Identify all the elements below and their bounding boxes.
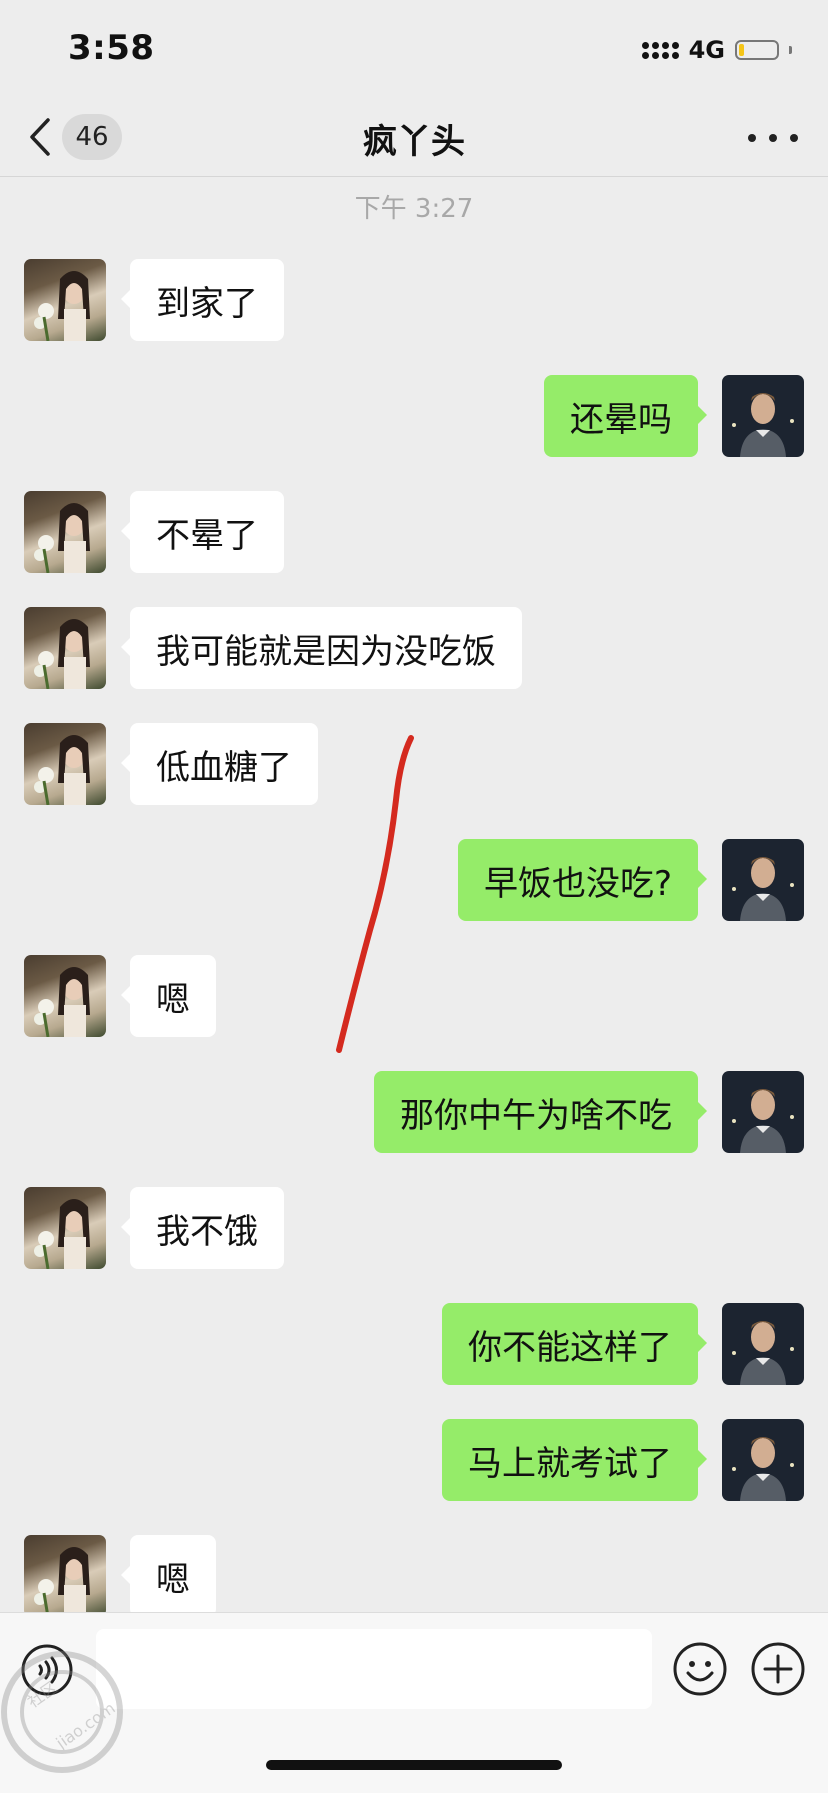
status-time: 3:58 (68, 28, 155, 68)
message-timestamp: 下午 3:27 (354, 194, 474, 224)
my-avatar[interactable] (722, 839, 804, 921)
incoming-message[interactable]: 嗯 (121, 1535, 216, 1617)
contact-avatar[interactable] (24, 1187, 106, 1269)
my-avatar[interactable] (722, 1071, 804, 1153)
network-label: 4G (688, 36, 725, 64)
contact-avatar[interactable] (24, 259, 106, 341)
battery-cap (789, 46, 792, 54)
incoming-message[interactable]: 低血糖了 (121, 723, 318, 805)
incoming-message[interactable]: 我不饿 (121, 1187, 284, 1269)
outgoing-message[interactable]: 那你中午为啥不吃 (374, 1071, 707, 1153)
back-button[interactable]: 46 (24, 108, 134, 166)
more-dots-icon[interactable] (748, 118, 798, 158)
battery-icon (735, 40, 779, 60)
contact-avatar[interactable] (24, 1535, 106, 1617)
my-avatar[interactable] (722, 375, 804, 457)
status-bar: 3:58 4G (0, 0, 828, 100)
unread-count-badge[interactable]: 46 (62, 114, 122, 160)
incoming-message[interactable]: 不晕了 (121, 491, 284, 573)
my-avatar[interactable] (722, 1419, 804, 1501)
outgoing-message[interactable]: 你不能这样了 (442, 1303, 707, 1385)
incoming-message[interactable]: 嗯 (121, 955, 216, 1037)
message-input[interactable] (96, 1629, 652, 1709)
chat-header: 46 疯丫头 (0, 100, 828, 177)
status-indicators: 4G (641, 34, 792, 66)
signal-icon (641, 41, 679, 59)
chevron-left-icon[interactable] (24, 108, 58, 166)
incoming-message[interactable]: 到家了 (121, 259, 284, 341)
red-annotation-stroke (336, 735, 414, 1053)
outgoing-message[interactable]: 还晕吗 (544, 375, 707, 457)
outgoing-message[interactable]: 早饭也没吃? (457, 839, 708, 921)
incoming-message[interactable]: 我可能就是因为没吃饭 (121, 607, 522, 689)
contact-avatar[interactable] (24, 723, 106, 805)
home-indicator[interactable] (266, 1760, 562, 1770)
chat-title: 疯丫头 (363, 122, 465, 162)
my-avatar[interactable] (722, 1303, 804, 1385)
emoji-icon[interactable] (672, 1641, 728, 1697)
plus-icon[interactable] (750, 1641, 806, 1697)
voice-icon[interactable] (20, 1643, 74, 1697)
contact-avatar[interactable] (24, 955, 106, 1037)
outgoing-message[interactable]: 马上就考试了 (442, 1419, 707, 1501)
contact-avatar[interactable] (24, 491, 106, 573)
contact-avatar[interactable] (24, 607, 106, 689)
